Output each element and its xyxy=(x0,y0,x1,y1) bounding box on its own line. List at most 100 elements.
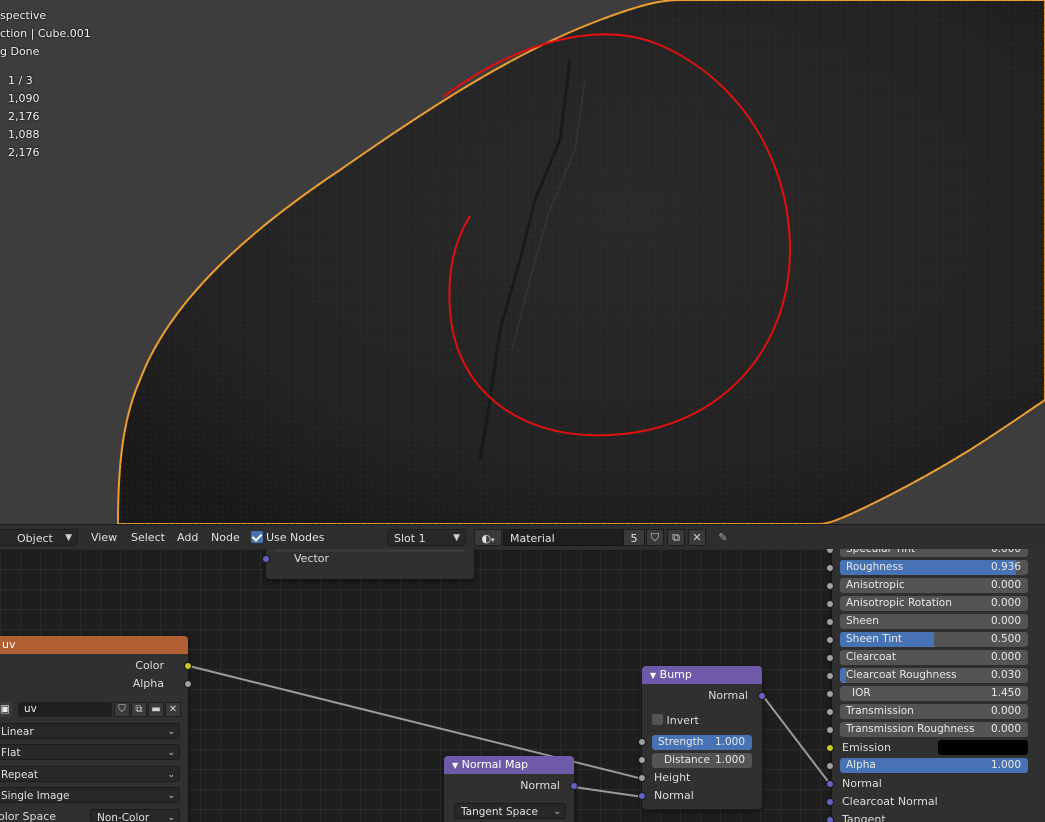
pin-icon[interactable]: ✎ xyxy=(714,529,732,546)
collapse-arrow-icon: ▼ xyxy=(452,761,459,770)
extension-dropdown[interactable]: Repeat ⌄ xyxy=(0,766,180,782)
distance-input-socket[interactable] xyxy=(638,756,646,764)
mapping-node[interactable]: Vector xyxy=(262,549,474,579)
alpha-field[interactable]: Alpha 1.000 xyxy=(840,758,1028,773)
menu-view[interactable]: View xyxy=(91,529,117,546)
invert-label: Invert xyxy=(666,714,699,727)
bsdf-field[interactable]: Transmission 0.000 xyxy=(840,704,1028,719)
use-nodes-toggle[interactable]: Use Nodes xyxy=(251,529,325,546)
checkbox-icon xyxy=(652,714,663,725)
bsdf-input-socket[interactable] xyxy=(826,726,834,734)
bsdf-field[interactable]: Roughness 0.936 xyxy=(840,560,1028,575)
bump-header: ▼ Bump xyxy=(642,666,762,684)
chevron-down-icon: ⌄ xyxy=(167,748,175,758)
link-color-height xyxy=(188,665,644,780)
viewport-scene xyxy=(116,0,1045,524)
bsdf-input-socket[interactable] xyxy=(826,654,834,662)
bsdf-input-socket[interactable] xyxy=(826,600,834,608)
menu-select[interactable]: Select xyxy=(131,529,165,546)
menu-node[interactable]: Node xyxy=(211,529,240,546)
bsdf-field[interactable]: Anisotropic 0.000 xyxy=(840,578,1028,593)
bsdf-field[interactable]: IOR 1.450 xyxy=(840,686,1028,701)
source-dropdown[interactable]: Single Image ⌄ xyxy=(0,787,180,803)
strength-input-socket[interactable] xyxy=(638,738,646,746)
bsdf-field[interactable]: Anisotropic Rotation 0.000 xyxy=(840,596,1028,611)
normal-map-output-socket[interactable] xyxy=(570,782,578,790)
bsdf-input-socket[interactable] xyxy=(826,672,834,680)
alpha-output-socket[interactable] xyxy=(184,680,192,688)
normal-input-socket[interactable] xyxy=(826,780,834,788)
alpha-input-socket[interactable] xyxy=(826,762,834,770)
invert-toggle[interactable]: Invert xyxy=(642,712,762,730)
image-name-field[interactable]: uv xyxy=(18,702,112,717)
bump-output-socket[interactable] xyxy=(758,692,766,700)
use-nodes-label: Use Nodes xyxy=(266,531,325,544)
node-canvas[interactable]: Vector uv Color Alpha ▣ uv ⛉ ⧉ ▬ ✕ Linea… xyxy=(0,549,1045,822)
clearcoat-normal-input-socket[interactable] xyxy=(826,798,834,806)
emission-label: Emission xyxy=(842,741,891,754)
bsdf-input-socket[interactable] xyxy=(826,636,834,644)
bsdf-field[interactable]: Sheen Tint 0.500 xyxy=(840,632,1028,647)
bsdf-input-socket[interactable] xyxy=(826,618,834,626)
bsdf-field-value: 0.500 xyxy=(990,633,1021,645)
bsdf-field-value: 1.450 xyxy=(990,687,1021,699)
bsdf-field-label: Sheen Tint xyxy=(846,633,903,645)
chevron-down-icon: ⌄ xyxy=(553,807,561,817)
shield-icon[interactable]: ⛉ xyxy=(114,702,130,717)
shield-icon[interactable]: ⛉ xyxy=(646,529,664,546)
chevron-down-icon: ▼ xyxy=(453,533,460,543)
color-output-socket[interactable] xyxy=(184,662,192,670)
slot-dropdown[interactable]: Slot 1 ▼ xyxy=(387,529,466,546)
3d-viewport[interactable]: spective ction | Cube.001 g Done 1 / 3 1… xyxy=(0,0,1045,524)
distance-field[interactable]: Distance 1.000 xyxy=(652,753,752,768)
alpha-label: Alpha xyxy=(846,759,876,771)
link-normalmap-bump xyxy=(573,786,644,798)
emission-input-socket[interactable] xyxy=(826,744,834,752)
bsdf-normal-label: Normal xyxy=(842,777,882,790)
bsdf-field-label: Transmission Roughness xyxy=(846,723,975,735)
checkbox-icon xyxy=(251,531,263,543)
alpha-value: 1.000 xyxy=(990,759,1021,771)
close-icon[interactable]: ✕ xyxy=(688,529,706,546)
image-icon[interactable]: ▣ xyxy=(0,702,12,717)
duplicate-icon[interactable]: ⧉ xyxy=(131,702,147,717)
bsdf-field-label: Roughness xyxy=(846,561,904,573)
slot-label: Slot 1 xyxy=(394,532,426,545)
distance-value: 1.000 xyxy=(714,754,745,766)
tangent-input-socket[interactable] xyxy=(826,816,834,822)
bump-node[interactable]: ▼ Bump Normal Invert Strength 1.000 Dista… xyxy=(638,666,766,809)
close-icon[interactable]: ✕ xyxy=(165,702,181,717)
bsdf-input-socket[interactable] xyxy=(826,582,834,590)
clearcoat-normal-label: Clearcoat Normal xyxy=(842,795,938,808)
color-space-dropdown[interactable]: Non-Color ⌄ xyxy=(90,809,180,822)
normal-map-node[interactable]: ▼ Normal Map Normal Tangent Space ⌄ xyxy=(444,756,578,822)
user-count-badge[interactable]: 5 xyxy=(623,529,645,546)
bsdf-field-label: Sheen xyxy=(846,615,879,627)
collapse-arrow-icon: ▼ xyxy=(650,671,657,680)
material-browse-button[interactable]: ◐▾ xyxy=(474,529,502,546)
bsdf-input-socket[interactable] xyxy=(826,708,834,716)
material-name-field[interactable]: Material xyxy=(503,529,623,546)
bsdf-input-socket[interactable] xyxy=(826,564,834,572)
menu-add[interactable]: Add xyxy=(177,529,198,546)
image-texture-node[interactable]: uv Color Alpha ▣ uv ⛉ ⧉ ▬ ✕ Linear ⌄ Flat… xyxy=(0,636,192,822)
interpolation-dropdown[interactable]: Linear ⌄ xyxy=(0,723,180,739)
strength-field[interactable]: Strength 1.000 xyxy=(652,735,752,750)
bsdf-field[interactable]: Specular Tint 0.000 xyxy=(840,549,1028,557)
bsdf-field[interactable]: Transmission Roughness 0.000 xyxy=(840,722,1028,737)
bsdf-field-label: Anisotropic xyxy=(846,579,905,591)
bsdf-field[interactable]: Clearcoat 0.000 xyxy=(840,650,1028,665)
emission-color-swatch[interactable] xyxy=(938,740,1028,755)
space-dropdown[interactable]: Tangent Space ⌄ xyxy=(454,803,566,819)
bsdf-field[interactable]: Clearcoat Roughness 0.030 xyxy=(840,668,1028,683)
object-type-dropdown[interactable]: Object ▼ xyxy=(0,529,78,546)
object-type-label: Object xyxy=(17,532,53,545)
bsdf-field-value: 0.000 xyxy=(990,597,1021,609)
normal-map-header: ▼ Normal Map xyxy=(444,756,574,774)
bsdf-input-socket[interactable] xyxy=(826,690,834,698)
projection-dropdown[interactable]: Flat ⌄ xyxy=(0,744,180,760)
duplicate-icon[interactable]: ⧉ xyxy=(667,529,685,546)
bsdf-field-value: 0.000 xyxy=(990,705,1021,717)
folder-icon[interactable]: ▬ xyxy=(148,702,164,717)
bsdf-field[interactable]: Sheen 0.000 xyxy=(840,614,1028,629)
